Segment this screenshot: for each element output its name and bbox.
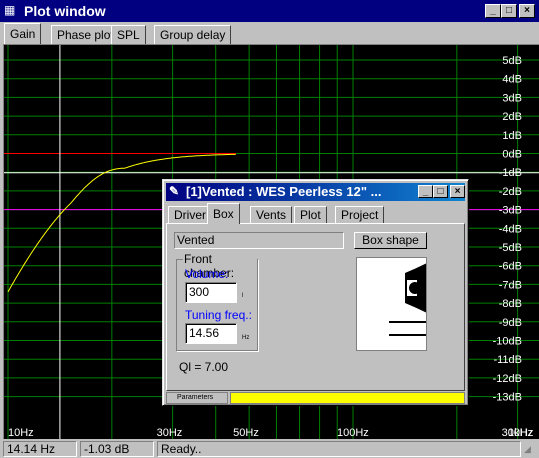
tab-spl[interactable]: SPL xyxy=(111,25,146,44)
ql-value: Ql = 7.00 xyxy=(179,360,229,374)
tuning-freq-unit: Hz xyxy=(242,335,250,341)
dialog-maximize-button[interactable]: □ xyxy=(433,185,448,198)
status-gain: -1.03 dB xyxy=(80,441,154,457)
dialog-tab-vents[interactable]: Vents xyxy=(250,206,293,224)
status-bar: 14.14 Hz -1.03 dB Ready.. ◢ xyxy=(0,439,539,458)
x-axis-tick-label: 30Hz xyxy=(157,427,183,439)
box-shape-button[interactable]: Box shape xyxy=(354,232,427,249)
volume-label: Volume: xyxy=(185,267,229,281)
plot-window-titlebar[interactable]: ▦ Plot window _ □ × xyxy=(0,0,539,22)
dialog-status-bar: Parameters xyxy=(166,392,465,404)
y-axis-tick-label: 3dB xyxy=(502,92,522,104)
x-axis-tick-label: 100Hz xyxy=(337,427,369,439)
dialog-progress-bar xyxy=(230,392,465,404)
box-cross-section-icon xyxy=(389,263,426,336)
y-axis-tick-label: 0dB xyxy=(502,149,522,161)
speaker-icon: ✎ xyxy=(169,184,180,198)
status-frequency: 14.14 Hz xyxy=(3,441,77,457)
tab-group-delay[interactable]: Group delay xyxy=(154,25,232,44)
x-axis-tick-label: 10Hz xyxy=(8,427,34,439)
box-tab-panel: Vented Box shape Front chamber: Volume: … xyxy=(166,223,465,391)
window-menu-icon[interactable]: ▦ xyxy=(4,3,18,17)
y-axis-tick-label: -10dB xyxy=(493,336,522,348)
box-design-dialog: ✎ [1]Vented : WES Peerless 12" ... _ □ ×… xyxy=(162,179,469,406)
y-axis-tick-label: -5dB xyxy=(499,242,522,254)
dialog-tab-project[interactable]: Project xyxy=(335,206,385,224)
y-axis-tick-label: -1dB xyxy=(499,167,522,179)
y-axis-tick-label: -11dB xyxy=(493,354,522,366)
status-message: Ready.. xyxy=(157,441,521,457)
dialog-close-button[interactable]: × xyxy=(450,185,465,198)
tuning-freq-input[interactable]: 14.56 xyxy=(185,323,237,344)
y-axis-tick-label: 2dB xyxy=(502,111,522,123)
tab-phase-plot[interactable]: Phase plot xyxy=(51,25,120,44)
volume-input[interactable]: 300 xyxy=(185,282,237,303)
dialog-tab-driver[interactable]: Driver xyxy=(168,206,212,224)
x-axis-tick-label: 1kHz xyxy=(508,427,533,439)
window-title: Plot window xyxy=(24,3,106,19)
y-axis-tick-label: 4dB xyxy=(502,74,522,86)
tab-gain[interactable]: Gain xyxy=(4,23,42,44)
tuning-freq-label: Tuning freq.: xyxy=(185,308,252,322)
box-type-field: Vented xyxy=(174,232,344,249)
dialog-title: [1]Vented : WES Peerless 12" ... xyxy=(186,184,382,199)
dialog-status-label: Parameters xyxy=(166,392,228,404)
y-axis-tick-label: -9dB xyxy=(499,317,522,329)
box-preview-image xyxy=(356,257,427,351)
close-button[interactable]: × xyxy=(519,4,535,18)
y-axis-tick-label: -4dB xyxy=(499,223,522,235)
resize-grip-icon[interactable]: ◢ xyxy=(524,444,531,455)
minimize-button[interactable]: _ xyxy=(485,4,501,18)
plot-tabs: Gain Phase plot SPL Group delay xyxy=(0,22,539,44)
maximize-button[interactable]: □ xyxy=(501,4,517,18)
y-axis-tick-label: -6dB xyxy=(499,261,522,273)
y-axis-tick-label: -2dB xyxy=(499,186,522,198)
volume-unit: l xyxy=(242,293,244,299)
dialog-tab-box[interactable]: Box xyxy=(207,203,240,224)
dialog-minimize-button[interactable]: _ xyxy=(418,185,433,198)
front-chamber-group: Front chamber: Volume: 300 l Tuning freq… xyxy=(176,252,258,351)
y-axis-tick-label: -8dB xyxy=(499,298,522,310)
y-axis-tick-label: 1dB xyxy=(502,130,522,142)
y-axis-tick-label: -3dB xyxy=(499,205,522,217)
dialog-tab-plot[interactable]: Plot xyxy=(294,206,327,224)
y-axis-tick-label: -12dB xyxy=(493,373,522,385)
y-axis-tick-label: -7dB xyxy=(499,279,522,291)
y-axis-tick-label: 5dB xyxy=(502,55,522,67)
y-axis-tick-label: -13dB xyxy=(493,392,522,404)
x-axis-tick-label: 50Hz xyxy=(233,427,259,439)
dialog-titlebar[interactable]: ✎ [1]Vented : WES Peerless 12" ... _ □ × xyxy=(166,183,465,201)
